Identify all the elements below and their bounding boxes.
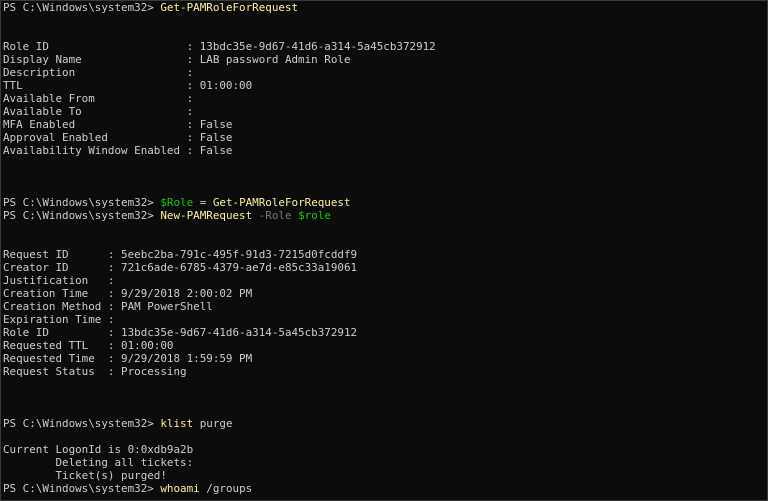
output-line: Expiration Time :	[3, 313, 115, 326]
output-line: Available To :	[3, 105, 194, 118]
variable-token: $Role	[160, 196, 194, 209]
output-line: Requested Time : 9/29/2018 1:59:59 PM	[3, 352, 253, 365]
command-token: klist	[160, 417, 194, 430]
output-line: Display Name : LAB password Admin Role	[3, 53, 351, 66]
command-token: Get-PAMRoleForRequest	[160, 1, 299, 14]
output-line: Approval Enabled : False	[3, 131, 233, 144]
argument-token: /groups	[206, 482, 253, 495]
powershell-console[interactable]: PS C:\Windows\system32> Get-PAMRoleForRe…	[0, 0, 768, 501]
output-line: Requested TTL : 01:00:00	[3, 339, 174, 352]
prompt-line: PS C:\Windows\system32> Get-PAMRoleForRe…	[3, 1, 763, 14]
command-token: Get-PAMRoleForRequest	[212, 196, 351, 209]
prompt-line: PS C:\Windows\system32> $Role = Get-PAMR…	[3, 196, 763, 209]
output-line: Creation Time : 9/29/2018 2:00:02 PM	[3, 287, 253, 300]
output-line: Available From :	[3, 92, 194, 105]
prompt-line: PS C:\Windows\system32> klist purge	[3, 417, 763, 430]
parameter-token: -Role	[258, 209, 292, 222]
console-output: PS C:\Windows\system32> Get-PAMRoleForRe…	[3, 1, 763, 495]
output-line: Request ID : 5eebc2ba-791c-495f-91d3-721…	[3, 248, 358, 261]
output-line: Current LogonId is 0:0xdb9a2b	[3, 443, 194, 456]
prompt-line: PS C:\Windows\system32> New-PAMRequest -…	[3, 209, 763, 222]
prompt-text: PS C:\Windows\system32>	[3, 417, 161, 430]
output-line: Availability Window Enabled : False	[3, 144, 233, 157]
prompt-text: PS C:\Windows\system32>	[3, 482, 161, 495]
variable-token: $role	[298, 209, 331, 222]
output-line: Request Status : Processing	[3, 365, 187, 378]
prompt-text: PS C:\Windows\system32>	[3, 209, 161, 222]
command-token: New-PAMRequest	[160, 209, 253, 222]
argument-token: =	[193, 196, 213, 209]
command-token: whoami	[160, 482, 200, 495]
output-line: Role ID : 13bdc35e-9d67-41d6-a314-5a45cb…	[3, 326, 358, 339]
output-line: Role ID : 13bdc35e-9d67-41d6-a314-5a45cb…	[3, 40, 436, 53]
output-line: Ticket(s) purged!	[3, 469, 167, 482]
output-line: Creator ID : 721c6ade-6785-4379-ae7d-e85…	[3, 261, 358, 274]
output-line: Justification :	[3, 274, 115, 287]
output-line: Deleting all tickets:	[3, 456, 194, 469]
output-line: Description :	[3, 66, 194, 79]
output-line: TTL : 01:00:00	[3, 79, 253, 92]
prompt-text: PS C:\Windows\system32>	[3, 196, 161, 209]
output-line: Creation Method : PAM PowerShell	[3, 300, 213, 313]
prompt-line: PS C:\Windows\system32> whoami /groups	[3, 482, 763, 495]
argument-token: purge	[199, 417, 233, 430]
output-line: MFA Enabled : False	[3, 118, 233, 131]
prompt-text: PS C:\Windows\system32>	[3, 1, 161, 14]
